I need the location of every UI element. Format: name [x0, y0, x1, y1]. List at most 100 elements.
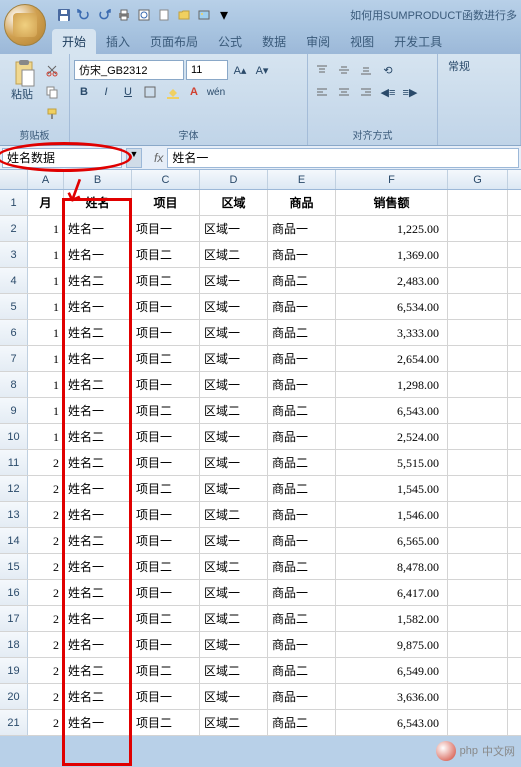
row-header[interactable]: 3 [0, 242, 28, 267]
cell[interactable]: 项目一 [132, 502, 200, 527]
align-left-icon[interactable] [312, 82, 332, 102]
tab-start[interactable]: 开始 [52, 29, 96, 54]
cell[interactable]: 商品一 [268, 580, 336, 605]
cell[interactable]: 1 [28, 294, 64, 319]
save-icon[interactable] [56, 7, 72, 23]
tab-view[interactable]: 视图 [340, 29, 384, 54]
cell[interactable]: 项目二 [132, 346, 200, 371]
row-header[interactable]: 12 [0, 476, 28, 501]
cell[interactable]: 姓名一 [64, 632, 132, 657]
cell[interactable]: 2,654.00 [336, 346, 448, 371]
preview-icon[interactable] [136, 7, 152, 23]
font-family-input[interactable] [74, 60, 184, 80]
cell[interactable]: 商品一 [268, 242, 336, 267]
cell[interactable] [448, 450, 508, 475]
cell[interactable]: 1 [28, 398, 64, 423]
name-box[interactable] [2, 148, 122, 168]
cell[interactable]: 商品二 [268, 710, 336, 735]
align-right-icon[interactable] [356, 82, 376, 102]
cell[interactable]: 商品二 [268, 554, 336, 579]
cell[interactable]: 9,875.00 [336, 632, 448, 657]
cell[interactable]: 2 [28, 554, 64, 579]
paste-button[interactable]: 粘贴 [4, 56, 40, 104]
redo-icon[interactable] [96, 7, 112, 23]
cell[interactable]: 姓名二 [64, 372, 132, 397]
cell[interactable]: 区域二 [200, 710, 268, 735]
phonetic-icon[interactable]: wén [206, 82, 226, 102]
new-icon[interactable] [156, 7, 172, 23]
cell[interactable]: 商品一 [268, 424, 336, 449]
cell[interactable]: 姓名二 [64, 658, 132, 683]
select-all-button[interactable] [0, 170, 28, 189]
office-button[interactable] [4, 4, 46, 46]
row-header[interactable]: 13 [0, 502, 28, 527]
cell[interactable]: 2,524.00 [336, 424, 448, 449]
increase-indent-icon[interactable]: ≡▶ [400, 82, 420, 102]
cell[interactable]: 1 [28, 346, 64, 371]
picture-icon[interactable] [196, 7, 212, 23]
cell[interactable]: 姓名二 [64, 580, 132, 605]
cell[interactable]: 商品一 [268, 216, 336, 241]
cell[interactable] [448, 216, 508, 241]
cell[interactable]: 区域一 [200, 372, 268, 397]
cell[interactable]: 姓名一 [64, 242, 132, 267]
cell[interactable]: 商品一 [268, 294, 336, 319]
align-top-icon[interactable] [312, 60, 332, 80]
orientation-icon[interactable]: ⟲ [378, 60, 398, 80]
cell[interactable]: 项目一 [132, 294, 200, 319]
cell[interactable]: 2 [28, 502, 64, 527]
cell[interactable]: 6,417.00 [336, 580, 448, 605]
tab-layout[interactable]: 页面布局 [140, 29, 208, 54]
cell[interactable]: 商品二 [268, 398, 336, 423]
cell[interactable]: 商品一 [268, 684, 336, 709]
cell[interactable]: 2 [28, 684, 64, 709]
cell[interactable]: 项目二 [132, 398, 200, 423]
undo-icon[interactable] [76, 7, 92, 23]
tab-data[interactable]: 数据 [252, 29, 296, 54]
cell[interactable] [448, 372, 508, 397]
cell[interactable]: 姓名二 [64, 320, 132, 345]
cell[interactable]: 姓名一 [64, 476, 132, 501]
decrease-indent-icon[interactable]: ◀≡ [378, 82, 398, 102]
cell[interactable]: 姓名二 [64, 268, 132, 293]
cell[interactable] [448, 424, 508, 449]
cell[interactable] [448, 242, 508, 267]
tab-review[interactable]: 审阅 [296, 29, 340, 54]
cell[interactable]: 商品二 [268, 320, 336, 345]
row-header[interactable]: 5 [0, 294, 28, 319]
cell[interactable]: 6,534.00 [336, 294, 448, 319]
tab-dev[interactable]: 开发工具 [384, 29, 452, 54]
cell[interactable] [448, 554, 508, 579]
col-header-F[interactable]: F [336, 170, 448, 189]
name-box-dropdown-icon[interactable]: ▼ [126, 148, 142, 168]
cell[interactable]: 项目一 [132, 450, 200, 475]
cell[interactable] [448, 632, 508, 657]
cell[interactable]: 区域一 [200, 580, 268, 605]
copy-icon[interactable] [42, 82, 62, 102]
cell[interactable]: 姓名一 [64, 294, 132, 319]
cell[interactable]: 商品二 [268, 606, 336, 631]
cell[interactable]: 1,545.00 [336, 476, 448, 501]
cell[interactable]: 商品一 [268, 528, 336, 553]
underline-button[interactable]: U [118, 82, 138, 102]
header-cell[interactable]: 销售额 [336, 190, 448, 215]
cell[interactable]: 姓名一 [64, 502, 132, 527]
row-header[interactable]: 16 [0, 580, 28, 605]
cell[interactable]: 6,549.00 [336, 658, 448, 683]
cell[interactable] [448, 346, 508, 371]
cell[interactable]: 1 [28, 372, 64, 397]
cell[interactable]: 姓名二 [64, 684, 132, 709]
cell[interactable] [448, 320, 508, 345]
number-format-label[interactable]: 常规 [442, 56, 476, 76]
cell[interactable]: 商品一 [268, 502, 336, 527]
italic-button[interactable]: I [96, 82, 116, 102]
row-header[interactable]: 1 [0, 190, 28, 215]
cell[interactable] [448, 294, 508, 319]
cell[interactable]: 3,333.00 [336, 320, 448, 345]
cell[interactable]: 区域一 [200, 294, 268, 319]
format-painter-icon[interactable] [42, 104, 62, 124]
cell[interactable]: 商品二 [268, 268, 336, 293]
row-header[interactable]: 8 [0, 372, 28, 397]
row-header[interactable]: 21 [0, 710, 28, 735]
cell[interactable]: 1,369.00 [336, 242, 448, 267]
